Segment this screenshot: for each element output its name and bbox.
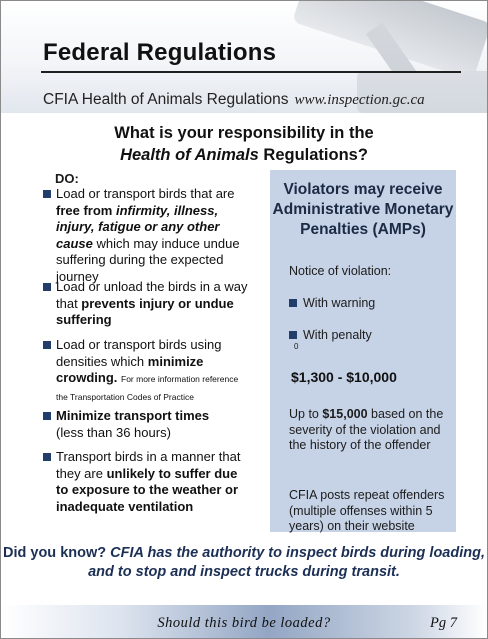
square-bullet-icon <box>43 283 51 291</box>
square-bullet-icon <box>289 299 297 307</box>
square-bullet-icon <box>289 331 297 339</box>
option-with-warning: With warning <box>289 296 375 310</box>
square-bullet-icon <box>43 412 51 420</box>
do-item-4: Minimize transport times (less than 36 h… <box>42 408 252 441</box>
did-you-know: Did you know? CFIA has the authority to … <box>1 544 487 582</box>
page: Federal Regulations CFIA Health of Anima… <box>0 0 488 639</box>
page-subtitle: CFIA Health of Animals Regulations www.in… <box>43 91 425 109</box>
do-label: DO: <box>55 171 79 186</box>
page-title: Federal Regulations <box>43 39 277 66</box>
title-divider <box>41 71 461 73</box>
did-you-know-text: CFIA has the authority to inspect birds … <box>88 545 485 580</box>
do-item-2: Load or unload the birds in a way that p… <box>42 279 252 329</box>
option-with-penalty: With penalty <box>289 328 372 342</box>
subtitle-text: CFIA Health of Animals Regulations <box>43 91 289 108</box>
section-heading: What is your responsibility in the Healt… <box>1 122 487 166</box>
max-penalty-text: Up to $15,000 based on the severity of t… <box>289 407 444 452</box>
penalty-amount: $1,300 - $10,000 <box>291 369 397 385</box>
do-item-3: Load or transport birds using densities … <box>42 337 252 405</box>
footer-title: Should this bird be loaded? <box>157 615 331 631</box>
heading-italic: Health of Animals <box>120 146 259 164</box>
did-you-know-label: Did you know? <box>3 545 107 561</box>
heading-line-1: What is your responsibility in the <box>114 124 374 142</box>
repeat-offenders-text: CFIA posts repeat offenders (multiple of… <box>289 488 445 533</box>
square-bullet-icon <box>43 453 51 461</box>
penalty-marker: 0 <box>294 342 299 351</box>
heading-rest: Regulations? <box>258 146 368 164</box>
notice-of-violation: Notice of violation: <box>289 264 392 278</box>
website-url[interactable]: www.inspection.gc.ca <box>295 92 425 108</box>
header-banner: Federal Regulations CFIA Health of Anima… <box>1 1 487 113</box>
do-item-5: Transport birds in a manner that they ar… <box>42 449 252 515</box>
footer-banner: Should this bird be loaded? Pg 7 <box>1 605 487 638</box>
penalty-box-title: Violators may receive Administrative Mon… <box>272 181 454 238</box>
penalty-box: Violators may receive Administrative Mon… <box>270 170 456 533</box>
square-bullet-icon <box>43 190 51 198</box>
page-number: Pg 7 <box>430 615 457 631</box>
do-item-1: Load or transport birds that are free fr… <box>42 186 252 286</box>
square-bullet-icon <box>43 341 51 349</box>
heading-line-2: Health of Animals Regulations? <box>1 144 487 166</box>
